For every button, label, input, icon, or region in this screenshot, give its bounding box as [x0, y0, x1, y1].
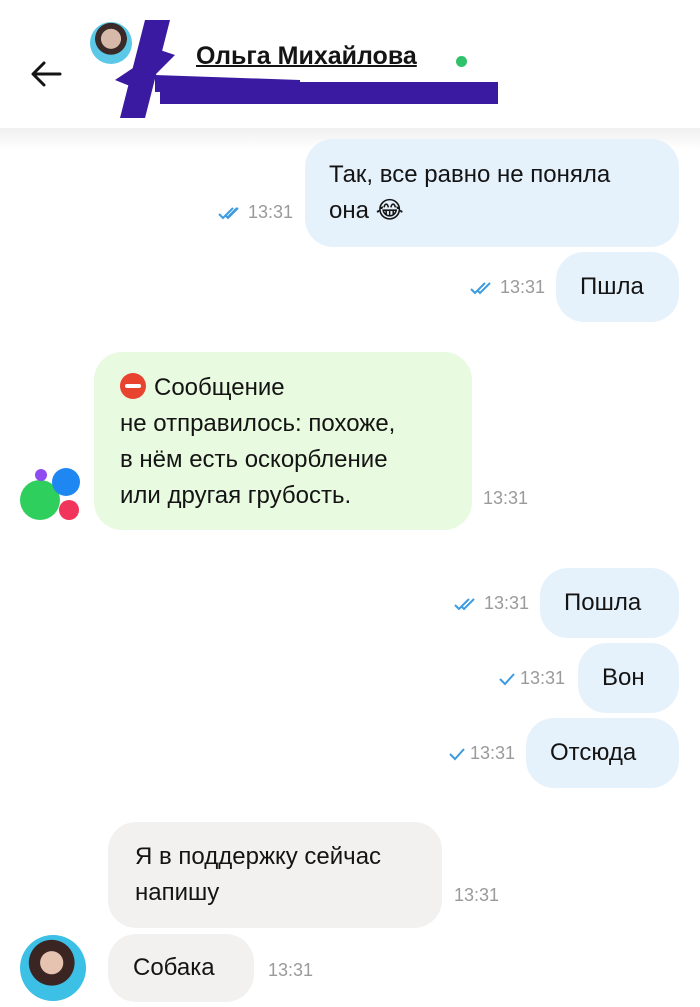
message-text: Отсюда: [550, 739, 637, 766]
outgoing-message[interactable]: Отсюда: [526, 718, 679, 788]
incoming-message[interactable]: Собака: [108, 934, 254, 1002]
incoming-message[interactable]: Я в поддержку сейчас напишу: [108, 822, 442, 928]
message-time: 13:31: [454, 885, 500, 905]
message-text: Пшла: [580, 273, 644, 300]
double-check-icon: [454, 597, 480, 611]
bot-logo-icon: [20, 468, 80, 520]
contact-name[interactable]: Ольга Михайлова: [196, 42, 417, 71]
chat-header: Ольга Михайлова: [0, 0, 700, 128]
message-time: 13:31: [218, 202, 293, 223]
contact-avatar[interactable]: [20, 935, 86, 1001]
message-time: 13:31: [268, 960, 314, 980]
message-time: 13:31: [448, 743, 515, 764]
message-text: напишу: [135, 879, 220, 906]
outgoing-message[interactable]: Вон: [578, 643, 679, 713]
system-warning-message[interactable]: Сообщение не отправилось: похоже, в нём …: [94, 352, 472, 530]
message-time: 13:31: [470, 277, 545, 298]
message-text: не отправилось: похоже,: [120, 410, 396, 437]
message-time: 13:31: [483, 488, 529, 508]
check-icon: [498, 672, 516, 686]
message-time: 13:31: [498, 668, 565, 689]
outgoing-message[interactable]: Пшла: [556, 252, 679, 322]
outgoing-message[interactable]: Пошла: [540, 568, 679, 638]
message-text: Так, все равно не поняла: [329, 161, 611, 188]
double-check-icon: [218, 206, 244, 220]
message-text: в нём есть оскорбление: [120, 446, 388, 473]
no-entry-icon: [120, 373, 146, 399]
outgoing-message[interactable]: Так, все равно не поняла она 😂: [305, 139, 679, 247]
message-text: она 😂: [329, 197, 404, 224]
message-text: или другая грубость.: [120, 482, 352, 509]
double-check-icon: [470, 281, 496, 295]
message-text: Пошла: [564, 589, 642, 616]
arrow-left-icon[interactable]: [26, 54, 66, 94]
message-text: Сообщение: [154, 374, 285, 401]
message-text: Собака: [133, 954, 215, 981]
message-time: 13:31: [454, 593, 529, 614]
check-icon: [448, 747, 466, 761]
message-text: Я в поддержку сейчас: [135, 843, 382, 870]
online-status-dot: [456, 56, 467, 67]
message-text: Вон: [602, 664, 645, 691]
